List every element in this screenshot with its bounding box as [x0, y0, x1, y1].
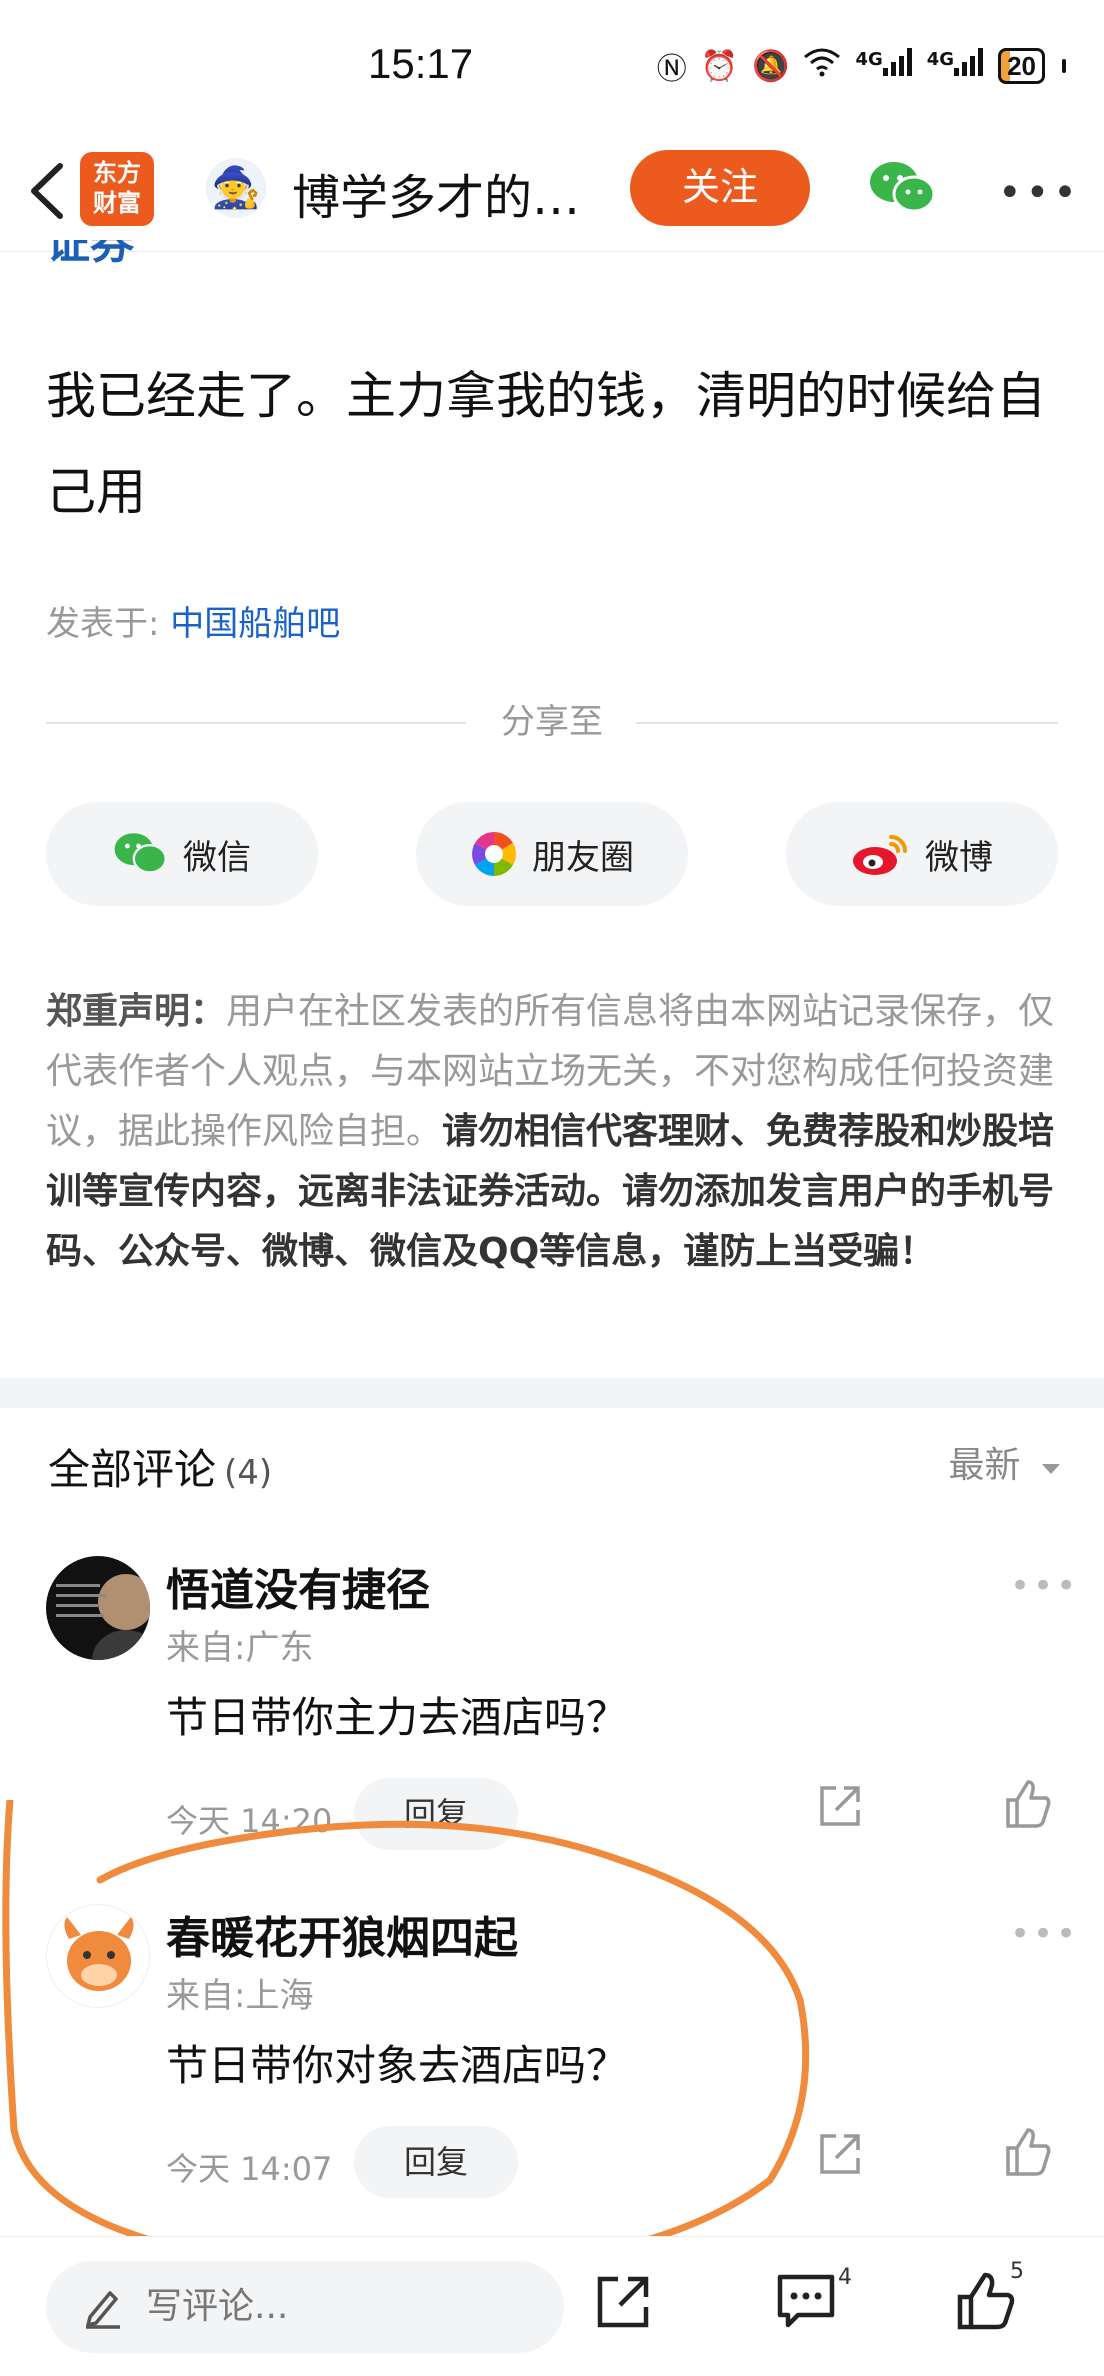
alarm-icon: ⏰	[700, 48, 739, 84]
comment-count-badge: 4	[838, 2265, 852, 2290]
moments-icon	[472, 832, 516, 876]
comment-text: 节日带你对象去酒店吗？	[166, 2041, 629, 2090]
logo-text-2: 财富	[93, 189, 141, 217]
like-icon[interactable]	[956, 2271, 1016, 2331]
logo-text-1: 东方	[93, 159, 141, 187]
comment-share-icon[interactable]	[816, 1782, 864, 1830]
write-comment-input[interactable]: 写评论...	[46, 2261, 564, 2353]
comments-title: 全部评论	[48, 1445, 217, 1494]
wechat-icon	[114, 833, 167, 874]
status-time: 15:17	[368, 40, 474, 87]
battery-level: 20	[1007, 50, 1036, 81]
nfc-icon: Ⓝ	[656, 52, 687, 87]
share-moments-button[interactable]: 朋友圈	[416, 802, 688, 906]
mute-icon: 🔕	[752, 48, 790, 84]
share-icon[interactable]	[594, 2271, 654, 2331]
stock-bar-link[interactable]: 中国船舶吧	[170, 604, 340, 644]
comment-time: 今天 14:07	[166, 2150, 333, 2188]
commenter-name[interactable]: 悟道没有捷径	[166, 1554, 430, 1618]
commenter-location: 来自:上海	[166, 1976, 314, 2016]
comment-more-icon[interactable]: •••	[1010, 1914, 1079, 1954]
author-name[interactable]: 博学多才的…	[292, 158, 612, 228]
status-icons: Ⓝ ⏰ 🔕 4G 4G 20	[657, 44, 1066, 88]
wechat-share-icon[interactable]	[868, 158, 938, 218]
wifi-icon	[803, 47, 841, 85]
comment-more-icon[interactable]: •••	[1010, 1566, 1079, 1606]
comments-count: (4)	[224, 1453, 273, 1493]
comment-share-icon[interactable]	[816, 2130, 864, 2178]
follow-button[interactable]: 关注	[630, 150, 810, 226]
author-avatar[interactable]: 🧙	[206, 158, 266, 218]
commenter-avatar[interactable]	[46, 1904, 150, 2008]
like-count-badge: 5	[1010, 2259, 1024, 2284]
comments-header: 全部评论 (4)	[48, 1436, 272, 1497]
share-divider: 分享至	[46, 700, 1058, 744]
posted-prefix: 发表于:	[46, 604, 171, 644]
chevron-left-icon	[31, 163, 63, 219]
signal-icon-2: 4G	[927, 48, 984, 84]
pencil-icon	[86, 2291, 120, 2329]
sort-dropdown[interactable]: 最新	[949, 1436, 1062, 1488]
comment-time: 今天 14:20	[166, 1802, 333, 1840]
share-moments-label: 朋友圈	[532, 837, 634, 878]
reply-button[interactable]: 回复	[354, 1778, 518, 1850]
disclaimer-title: 郑重声明	[46, 991, 191, 1032]
back-button[interactable]	[22, 156, 72, 226]
commenter-name[interactable]: 春暖花开狼烟四起	[166, 1902, 518, 1966]
eastmoney-logo[interactable]: 东方 财富	[80, 152, 154, 226]
disclaimer: 郑重声明：用户在社区发表的所有信息将由本网站记录保存，仅代表作者个人观点，与本网…	[46, 982, 1060, 1282]
share-wechat-button[interactable]: 微信	[46, 802, 318, 906]
comment-icon[interactable]	[776, 2271, 836, 2331]
commenter-location: 来自:广东	[166, 1628, 314, 1668]
share-weibo-button[interactable]: 微博	[786, 802, 1058, 906]
cut-off-tag-text: 证券	[46, 240, 134, 269]
comment-like-icon[interactable]	[1004, 1778, 1052, 1830]
write-comment-placeholder: 写评论...	[146, 2286, 289, 2327]
battery-icon: 20	[998, 48, 1045, 84]
sort-label: 最新	[948, 1445, 1021, 1486]
bottom-action-bar: 写评论... 4 5	[0, 2236, 1104, 2376]
weibo-icon	[853, 835, 907, 875]
top-nav-bar: 东方 财富 🧙 博学多才的… 关注 •••	[0, 140, 1104, 252]
cut-off-tag: 证券	[46, 240, 134, 270]
section-separator	[0, 1378, 1104, 1408]
divider-line-right	[636, 722, 1058, 724]
caret-down-icon	[1042, 1464, 1060, 1474]
posted-in: 发表于: 中国船舶吧	[46, 596, 340, 645]
status-bar: 15:17 Ⓝ ⏰ 🔕 4G 4G 20	[0, 0, 1104, 130]
more-options-icon[interactable]: •••	[998, 170, 1081, 216]
comment-like-icon[interactable]	[1004, 2126, 1052, 2178]
share-wechat-label: 微信	[183, 837, 251, 878]
post-body: 我已经走了。主力拿我的钱，清明的时候给自己用	[46, 367, 1046, 521]
share-weibo-label: 微博	[925, 837, 993, 878]
battery-tip	[1062, 59, 1066, 73]
commenter-avatar[interactable]	[46, 1556, 150, 1660]
comment-text: 节日带你主力去酒店吗？	[166, 1693, 629, 1742]
signal-icon-1: 4G	[855, 48, 912, 84]
disclaimer-colon: ：	[190, 991, 227, 1032]
reply-button[interactable]: 回复	[354, 2126, 518, 2198]
